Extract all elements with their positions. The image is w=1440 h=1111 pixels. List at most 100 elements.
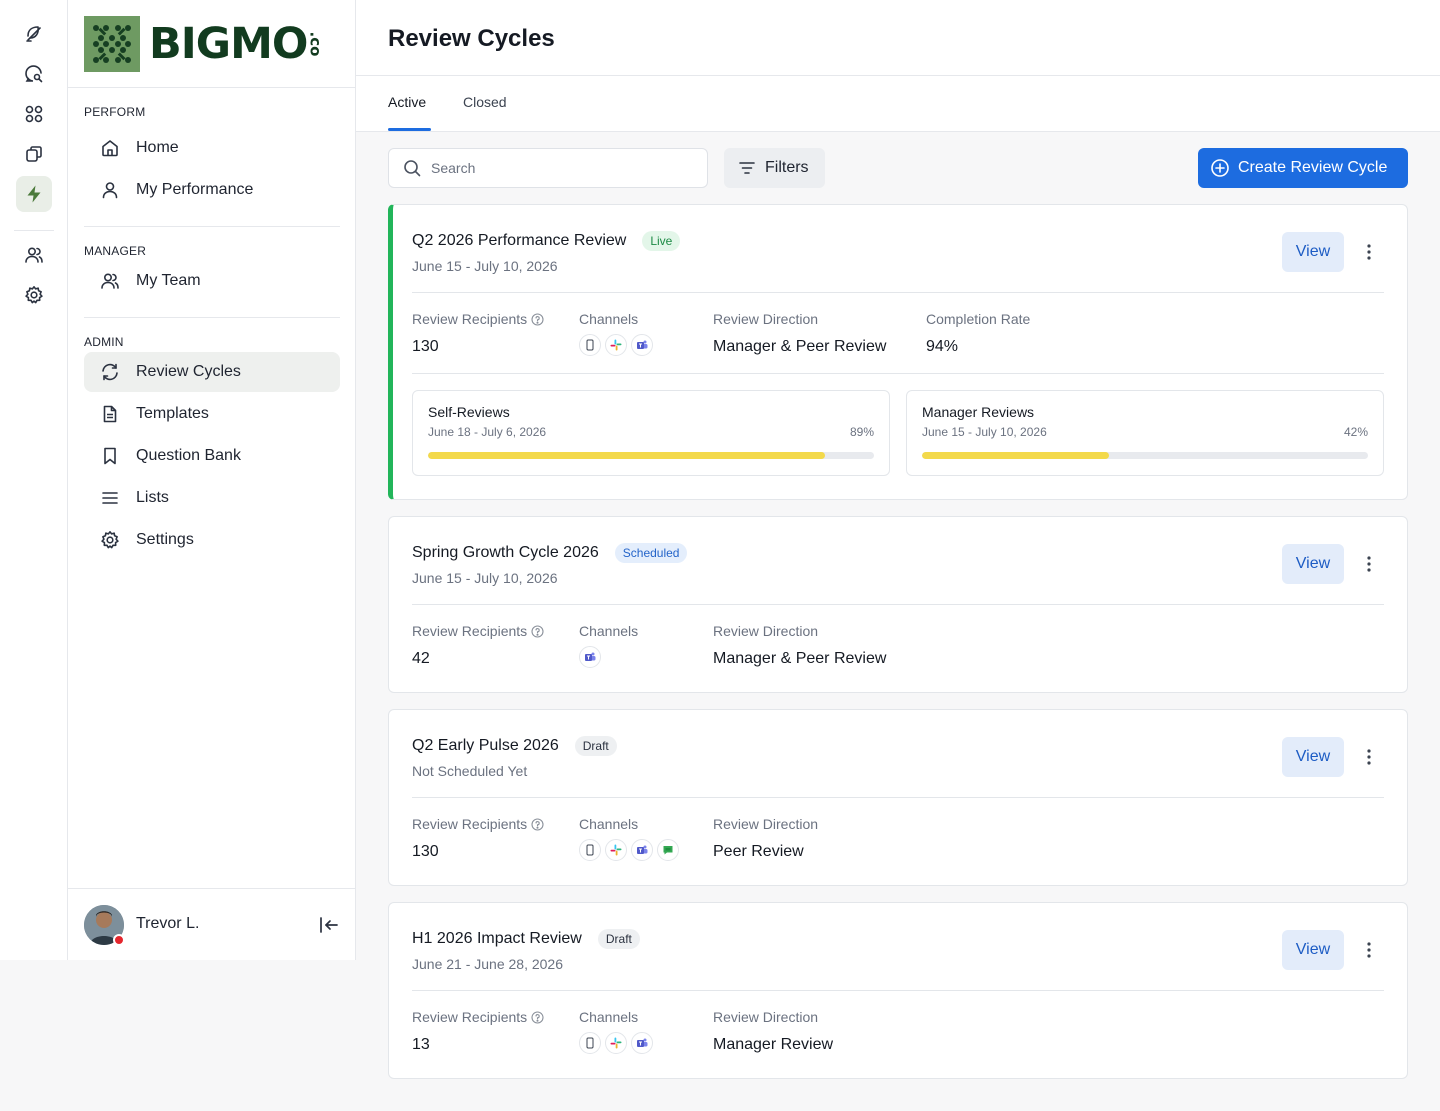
channel-list xyxy=(579,839,683,861)
slack-icon xyxy=(605,839,627,861)
cycle-title[interactable]: Spring Growth Cycle 2026 xyxy=(412,544,599,562)
icon-rail xyxy=(0,0,68,960)
filters-button[interactable]: Filters xyxy=(724,148,825,188)
direction-value: Manager Review xyxy=(713,1036,834,1053)
gear-icon[interactable] xyxy=(16,277,52,313)
progress-fill xyxy=(428,452,825,459)
sidebar-item-label: Settings xyxy=(136,531,194,548)
help-icon[interactable] xyxy=(531,817,544,831)
direction-value: Manager & Peer Review xyxy=(713,650,887,667)
stat-label: Review Recipients xyxy=(412,816,544,832)
cycle-title[interactable]: Q2 Early Pulse 2026 xyxy=(412,737,559,755)
google-chat-icon xyxy=(657,839,679,861)
more-options-icon[interactable] xyxy=(1359,554,1379,574)
section-label-admin: ADMIN xyxy=(84,335,124,349)
people-icon[interactable] xyxy=(16,237,52,273)
logo-mark-icon xyxy=(84,16,140,72)
help-icon[interactable] xyxy=(531,624,544,638)
sidebar-item-label: Question Bank xyxy=(136,447,241,464)
users-icon xyxy=(100,271,120,291)
chat-search-icon[interactable] xyxy=(16,56,52,92)
brand-name: BIGMO xyxy=(149,19,308,69)
card-divider xyxy=(412,292,1384,293)
recipients-stat: Review Recipients 42 xyxy=(412,623,544,668)
teams-icon xyxy=(579,646,601,668)
channels-label: Channels xyxy=(579,623,639,639)
review-cycle-card: Q2 2026 Performance Review Live June 15 … xyxy=(388,204,1408,500)
completion-label: Completion Rate xyxy=(926,311,1031,327)
sidebar-item-settings[interactable]: Settings xyxy=(84,520,340,560)
page-header: Review Cycles Active Closed xyxy=(356,0,1440,132)
search-icon xyxy=(403,159,421,177)
recipients-label: Review Recipients xyxy=(412,311,528,327)
home-icon xyxy=(100,138,120,158)
recipients-label: Review Recipients xyxy=(412,1009,528,1025)
sidebar-item-label: My Performance xyxy=(136,181,254,198)
help-icon[interactable] xyxy=(531,312,544,326)
help-icon[interactable] xyxy=(531,1010,544,1024)
sidebar-item-question-bank[interactable]: Question Bank xyxy=(84,436,340,476)
stat-label: Review Recipients xyxy=(412,623,544,639)
progress-bar xyxy=(428,452,874,459)
leaf-icon[interactable] xyxy=(16,16,52,52)
sidebar-item-review-cycles[interactable]: Review Cycles xyxy=(84,352,340,392)
view-button[interactable]: View xyxy=(1282,930,1344,970)
create-review-cycle-button[interactable]: Create Review Cycle xyxy=(1198,148,1408,188)
sidebar-item-lists[interactable]: Lists xyxy=(84,478,340,518)
search-box[interactable] xyxy=(388,148,708,188)
copy-icon[interactable] xyxy=(16,136,52,172)
view-button[interactable]: View xyxy=(1282,232,1344,272)
direction-label: Review Direction xyxy=(713,1009,819,1025)
card-title-row: Q2 Early Pulse 2026 Draft xyxy=(412,736,617,756)
section-label-manager: MANAGER xyxy=(84,244,147,258)
teams-icon xyxy=(631,839,653,861)
channels-label: Channels xyxy=(579,1009,639,1025)
brand-logo[interactable]: BIGMO .co xyxy=(84,16,328,72)
channel-list xyxy=(579,1032,657,1054)
channels-stat: Channels xyxy=(579,816,683,861)
cycle-dates: June 21 - June 28, 2026 xyxy=(412,956,564,972)
cycle-dates: June 15 - July 10, 2026 xyxy=(412,570,558,586)
phase-percent: 89% xyxy=(849,425,874,439)
direction-value: Manager & Peer Review xyxy=(713,338,887,355)
logo-divider xyxy=(68,87,355,88)
channels-stat: Channels xyxy=(579,1009,657,1054)
search-input[interactable] xyxy=(431,160,691,176)
more-options-icon[interactable] xyxy=(1359,747,1379,767)
cycle-title[interactable]: H1 2026 Impact Review xyxy=(412,930,582,948)
review-cycle-card: Spring Growth Cycle 2026 Scheduled June … xyxy=(388,516,1408,693)
mobile-icon xyxy=(579,839,601,861)
sidebar: BIGMO .co PERFORM Home My Performance MA… xyxy=(68,0,356,960)
phase-card-manager-reviews[interactable]: Manager Reviews June 15 - July 10, 2026 … xyxy=(906,390,1384,476)
more-options-icon[interactable] xyxy=(1359,940,1379,960)
view-button[interactable]: View xyxy=(1282,544,1344,584)
more-options-icon[interactable] xyxy=(1359,242,1379,262)
sidebar-item-label: Lists xyxy=(136,489,169,506)
apps-grid-icon[interactable] xyxy=(16,96,52,132)
view-button[interactable]: View xyxy=(1282,737,1344,777)
tab-active[interactable]: Active xyxy=(388,94,426,110)
lightning-icon[interactable] xyxy=(16,176,52,212)
collapse-sidebar-icon[interactable] xyxy=(318,914,340,936)
completion-value: 94% xyxy=(926,338,959,355)
document-icon xyxy=(100,404,120,424)
sidebar-item-label: Review Cycles xyxy=(136,363,241,380)
tab-closed[interactable]: Closed xyxy=(463,94,507,110)
teams-icon xyxy=(631,334,653,356)
recipients-label: Review Recipients xyxy=(412,623,528,639)
cycle-title[interactable]: Q2 2026 Performance Review xyxy=(412,232,626,250)
card-divider xyxy=(412,990,1384,991)
stat-label: Review Recipients xyxy=(412,311,544,327)
slack-icon xyxy=(605,1032,627,1054)
sidebar-item-home[interactable]: Home xyxy=(84,128,340,168)
status-badge: Draft xyxy=(574,736,617,756)
sidebar-item-label: Templates xyxy=(136,405,209,422)
sidebar-item-my-team[interactable]: My Team xyxy=(84,261,340,301)
sidebar-item-my-performance[interactable]: My Performance xyxy=(84,170,340,210)
direction-stat: Review Direction Manager & Peer Review xyxy=(713,623,886,668)
phase-card-self-reviews[interactable]: Self-Reviews June 18 - July 6, 2026 89% xyxy=(412,390,890,476)
sidebar-item-templates[interactable]: Templates xyxy=(84,394,340,434)
user-name: Trevor L. xyxy=(136,915,200,932)
direction-stat: Review Direction Manager Review xyxy=(713,1009,833,1054)
recipients-value: 13 xyxy=(412,1036,430,1053)
